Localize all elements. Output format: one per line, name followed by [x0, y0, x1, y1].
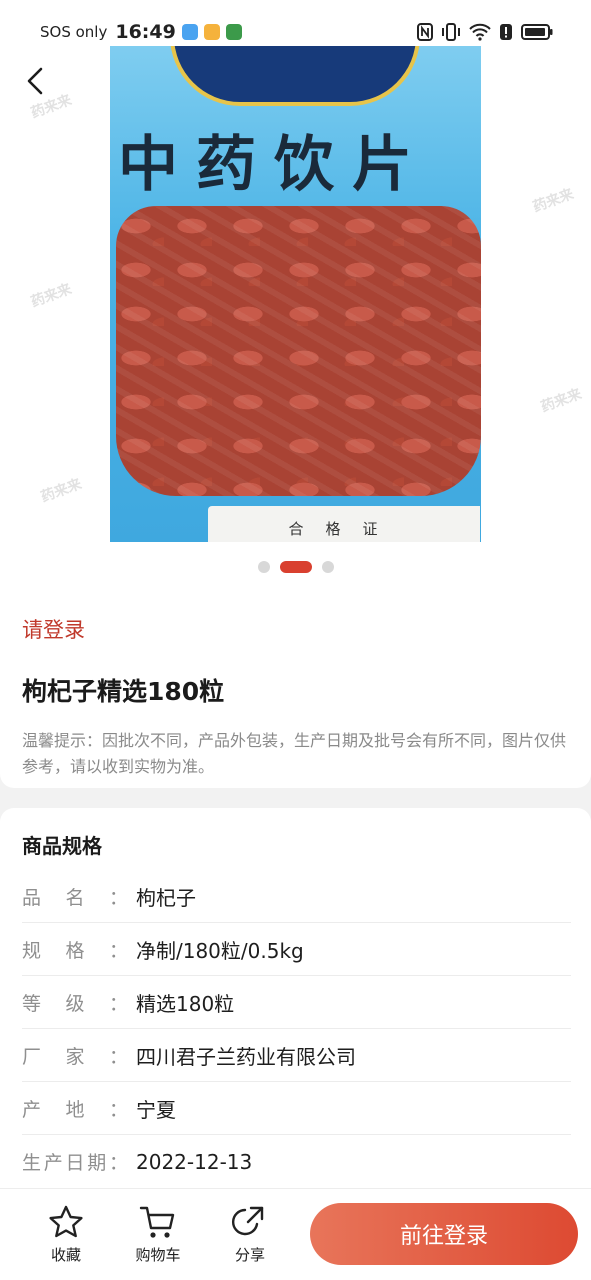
- app-notification-icon: [225, 24, 242, 40]
- spec-label: 规格：: [22, 939, 128, 962]
- spec-row-grade: 等级： 精选180粒: [22, 976, 571, 1029]
- status-bar: SOS only 16:49: [0, 0, 591, 64]
- vibrate-icon: [442, 23, 460, 41]
- carousel-indicator: [0, 561, 591, 573]
- spec-row-production-date: 生产日期： 2022-12-13: [22, 1135, 571, 1188]
- alert-icon: [500, 24, 512, 40]
- spec-value: 宁夏: [136, 1097, 176, 1122]
- bottom-action-bar: 收藏 购物车 分享 前往登录: [0, 1188, 591, 1280]
- carrier-text: SOS only: [40, 23, 108, 41]
- nfc-icon: [417, 23, 433, 41]
- product-image-carousel[interactable]: 药来来 药来来 药来来 药来来 药来来 中药饮片 合格证: [0, 0, 591, 600]
- watermark: 药来来: [28, 281, 74, 311]
- cart-label: 购物车: [135, 1246, 181, 1264]
- spec-value: 四川君子兰药业有限公司: [136, 1044, 356, 1069]
- spec-row-spec: 规格： 净制/180粒/0.5kg: [22, 923, 571, 976]
- goji-berries: [116, 206, 481, 496]
- product-photo: 中药饮片 合格证: [110, 46, 481, 542]
- spec-row-name: 品名： 枸杞子: [22, 870, 571, 923]
- watermark: 药来来: [38, 476, 84, 506]
- share-button[interactable]: 分享: [204, 1204, 296, 1265]
- chevron-left-icon: [27, 67, 43, 95]
- carousel-dot-active[interactable]: [279, 561, 312, 573]
- share-label: 分享: [234, 1246, 265, 1264]
- spec-value: 净制/180粒/0.5kg: [136, 938, 304, 963]
- back-button[interactable]: [20, 66, 50, 96]
- spec-list: 品名： 枸杞子 规格： 净制/180粒/0.5kg 等级： 精选180粒 厂家：…: [22, 870, 571, 1188]
- tip-text: 温馨提示：因批次不同，产品外包装，生产日期及批号会有所不同，图片仅供参考，请以收…: [22, 731, 567, 776]
- share-icon: [232, 1206, 264, 1236]
- carousel-dot[interactable]: [321, 561, 334, 573]
- cart-button[interactable]: 购物车: [112, 1204, 204, 1265]
- go-login-button[interactable]: 前往登录: [310, 1203, 578, 1265]
- app-notification-icon: [181, 24, 198, 40]
- battery-icon: [521, 24, 553, 40]
- watermark: 药来来: [538, 386, 584, 416]
- favorite-label: 收藏: [50, 1246, 81, 1264]
- spec-card: 商品规格 品名： 枸杞子 规格： 净制/180粒/0.5kg 等级： 精选180…: [0, 808, 591, 1198]
- star-icon: [49, 1205, 83, 1238]
- cart-icon: [139, 1206, 175, 1238]
- spec-row-manufacturer: 厂家： 四川君子兰药业有限公司: [22, 1029, 571, 1082]
- favorite-button[interactable]: 收藏: [20, 1204, 112, 1265]
- spec-label: 等级：: [22, 992, 128, 1015]
- product-title: 枸杞子精选180粒: [22, 677, 225, 706]
- spec-heading: 商品规格: [22, 834, 102, 858]
- spec-label: 生产日期：: [22, 1152, 128, 1174]
- wifi-icon: [469, 23, 491, 41]
- spec-value: 精选180粒: [136, 991, 235, 1016]
- package-title: 中药饮片: [118, 130, 430, 200]
- clock: 16:49: [115, 21, 176, 43]
- spec-value: 2022-12-13: [136, 1149, 253, 1174]
- certificate-label: 合格证: [208, 506, 480, 542]
- app-notification-icon: [203, 24, 220, 40]
- login-prompt-link[interactable]: 请登录: [22, 614, 85, 644]
- spec-label: 产地：: [22, 1098, 128, 1121]
- carousel-dot[interactable]: [257, 561, 270, 573]
- watermark: 药来来: [530, 186, 576, 216]
- product-info-card: 请登录 枸杞子精选180粒 温馨提示：因批次不同，产品外包装，生产日期及批号会有…: [0, 600, 591, 788]
- spec-row-origin: 产地： 宁夏: [22, 1082, 571, 1135]
- spec-value: 枸杞子: [136, 885, 196, 910]
- spec-label: 厂家：: [22, 1045, 128, 1068]
- spec-label: 品名：: [22, 886, 128, 909]
